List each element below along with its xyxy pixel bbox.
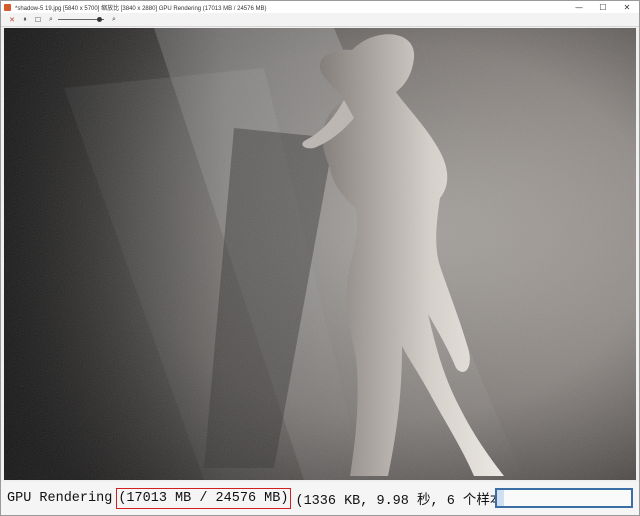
- title-bar: *shadow-5 19.jpg [5840 x 5700] 缩放比 [3840…: [1, 1, 639, 13]
- close-icon[interactable]: ✕: [7, 15, 17, 25]
- window-controls: — ☐ ✕: [567, 1, 639, 13]
- window-title: *shadow-5 19.jpg [5840 x 5700] 缩放比 [3840…: [15, 5, 267, 12]
- close-window-button[interactable]: ✕: [615, 1, 639, 13]
- render-viewport: [4, 28, 636, 480]
- render-window: *shadow-5 19.jpg [5840 x 5700] 缩放比 [3840…: [0, 0, 640, 516]
- minimize-button[interactable]: —: [567, 1, 591, 13]
- maximize-button[interactable]: ☐: [591, 1, 615, 13]
- zoom-slider-thumb[interactable]: [96, 16, 102, 22]
- zoom-slider[interactable]: [58, 15, 106, 25]
- rendered-image: [4, 28, 636, 480]
- toolbar: ✕ ⏸ ☐ ⌕ ⌕: [1, 13, 639, 27]
- render-progress-bar: [495, 488, 633, 508]
- zoom-in-icon[interactable]: ⌕: [109, 15, 119, 25]
- status-bar: GPU Rendering (17013 MB / 24576 MB) (133…: [1, 482, 639, 515]
- stop-icon[interactable]: ☐: [33, 15, 43, 25]
- app-icon: [4, 3, 11, 11]
- zoom-out-icon[interactable]: ⌕: [46, 15, 56, 25]
- pause-icon[interactable]: ⏸: [20, 15, 30, 25]
- render-progress-fill: [497, 490, 504, 506]
- render-stats: (1336 KB, 9.98 秒, 6 个样本): [295, 494, 512, 509]
- render-mode-label: GPU Rendering: [7, 491, 113, 506]
- gpu-memory-readout: (17013 MB / 24576 MB): [116, 488, 292, 509]
